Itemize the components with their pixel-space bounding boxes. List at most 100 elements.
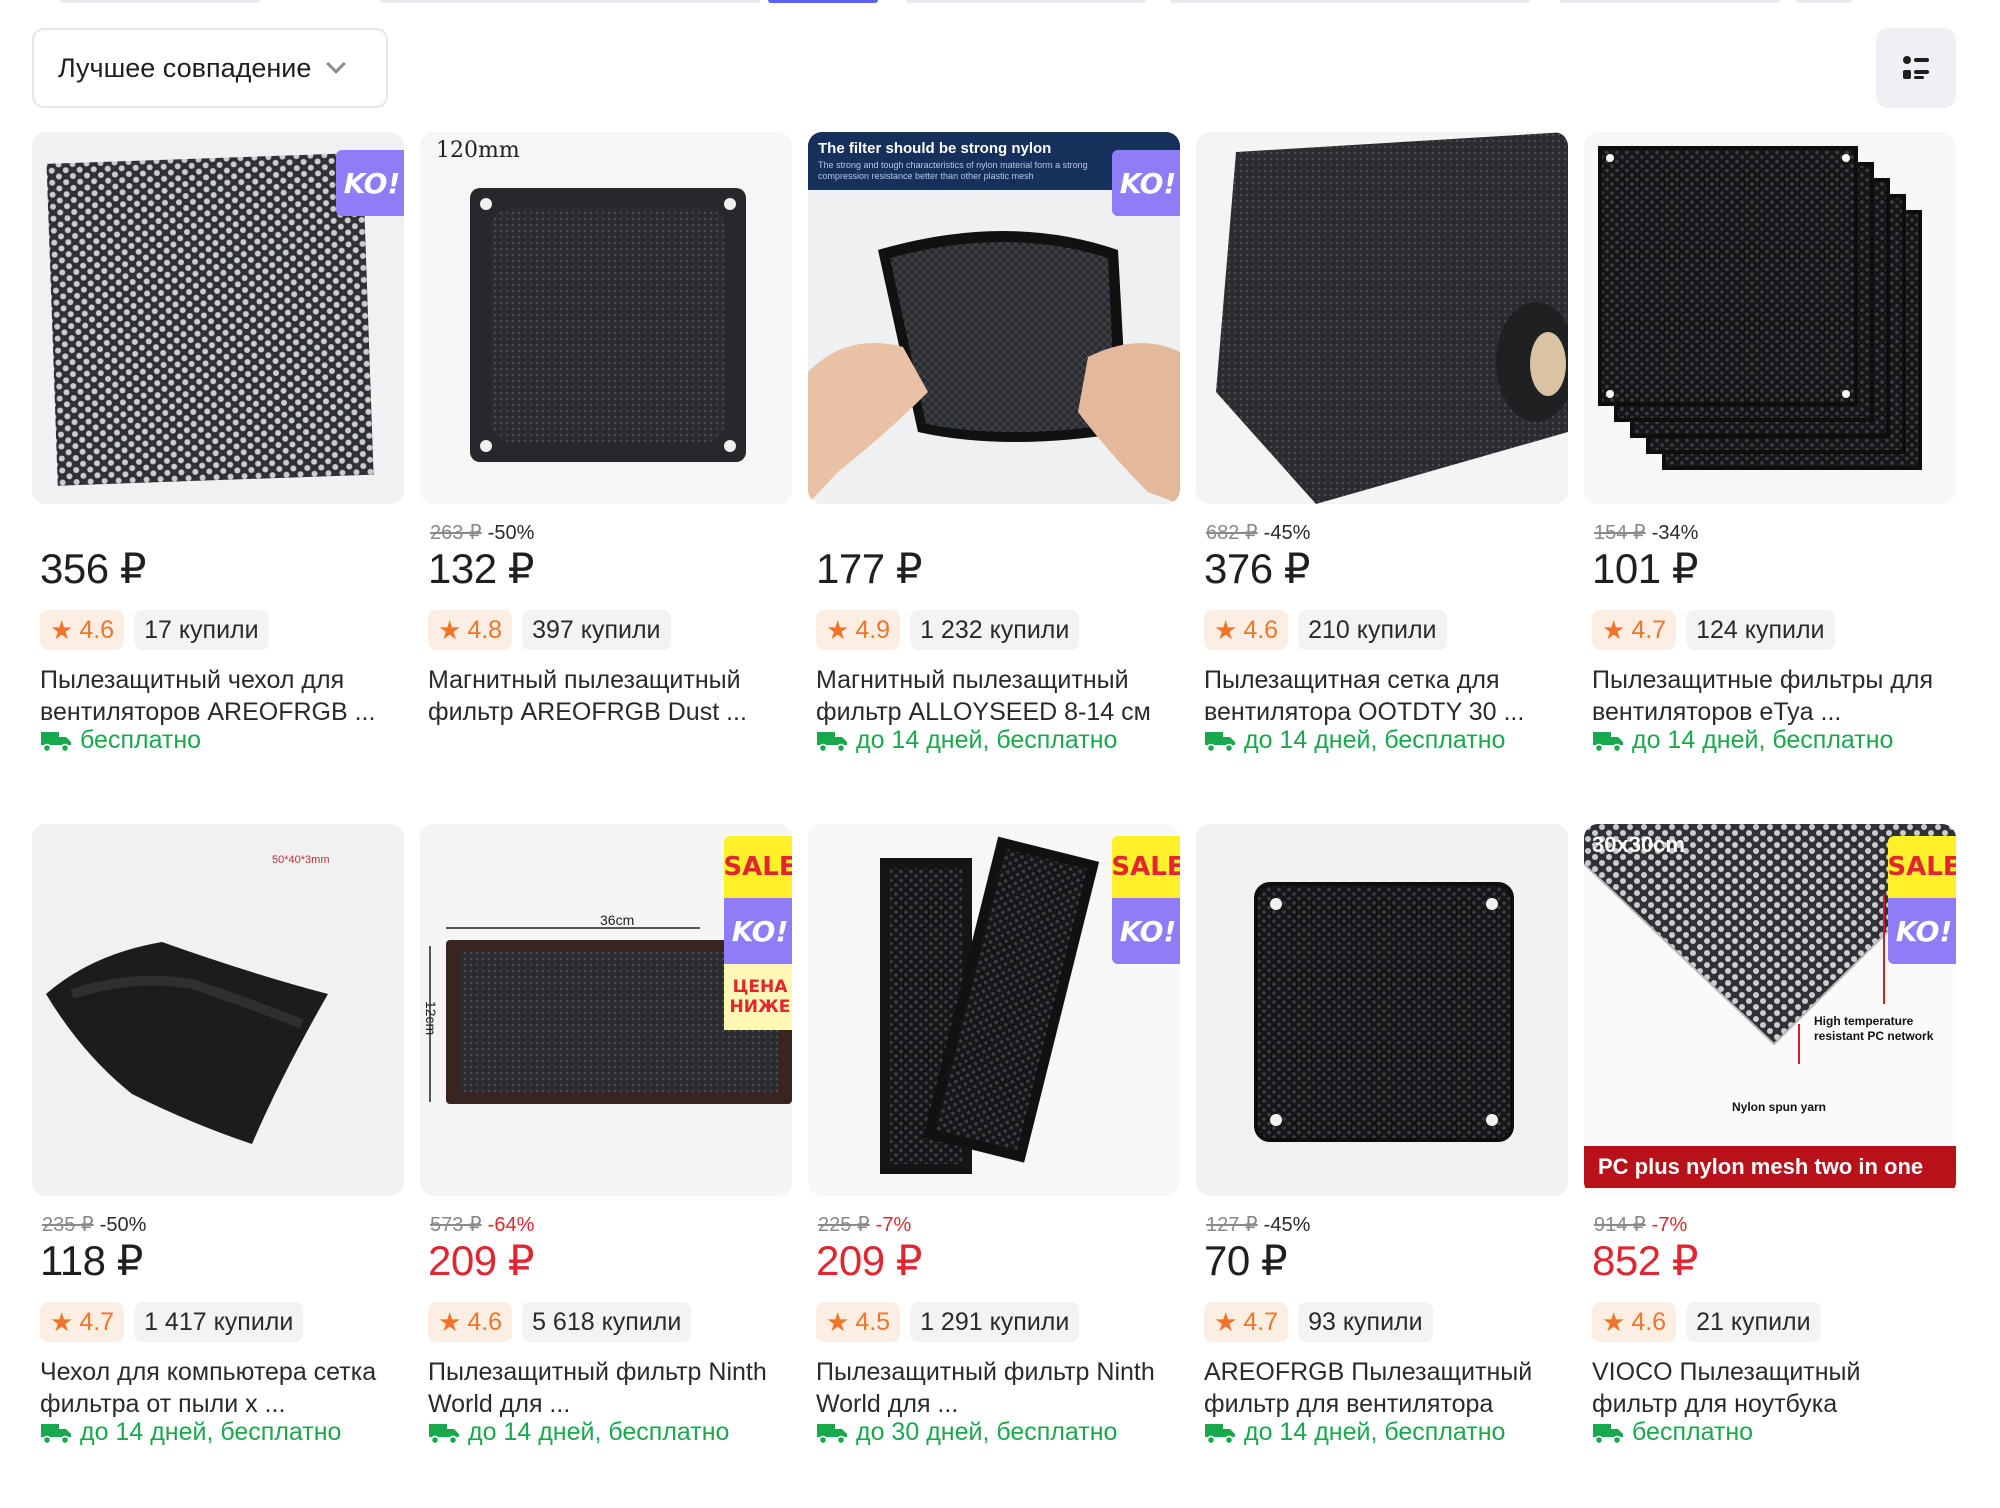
product-price: 209 ₽	[428, 1237, 534, 1284]
bought-count: 17 купили	[134, 610, 269, 650]
ko-badge: KO!	[724, 898, 792, 964]
rating-badge: ★ 4.7	[1204, 1302, 1289, 1342]
product-price: 70 ₽	[1204, 1237, 1288, 1284]
delivery-info: до 14 дней, бесплатно	[1592, 726, 1893, 755]
product-card[interactable]: 682 ₽ -45% 376 ₽ ★ 4.6 210 купили Пылезащи…	[1196, 132, 1568, 766]
product-card[interactable]: KO! 356 ₽ ★ 4.6 17 купили Пылезащитный че…	[32, 132, 404, 766]
sale-badge: SALE	[1887, 836, 1956, 898]
rating-badge: ★ 4.9	[816, 610, 901, 650]
product-title[interactable]: Пылезащитные фильтры для вентиляторов eT…	[1592, 664, 1952, 728]
product-image[interactable]: 36cm 12cm SALE KO! ЦЕНА НИЖЕ	[420, 824, 792, 1196]
product-image[interactable]	[1196, 132, 1568, 504]
image-caption: 50*40*3mm	[272, 854, 330, 866]
product-price: 101 ₽	[1592, 545, 1698, 592]
rating-badge: ★ 4.6	[428, 1302, 513, 1342]
product-card[interactable]: 50*40*3mm 235 ₽ -50% 118 ₽ ★ 4.7 1 417 куп…	[32, 824, 404, 1458]
old-price: 573 ₽ -64%	[430, 1214, 535, 1236]
product-image[interactable]: SALE KO!	[808, 824, 1180, 1196]
product-price: 852 ₽	[1592, 1237, 1698, 1284]
truck-icon	[41, 731, 71, 752]
view-toggle-button[interactable]	[1876, 28, 1956, 108]
rating-badge: ★ 4.6	[1592, 1302, 1677, 1342]
bought-count: 5 618 купили	[522, 1302, 692, 1342]
product-card[interactable]: SALE KO! 225 ₽ -7% 209 ₽ ★ 4.5 1 291 купил…	[808, 824, 1180, 1458]
rating-badge: ★ 4.6	[1204, 610, 1289, 650]
product-title[interactable]: Магнитный пылезащитный фильтр ALLOYSEED …	[816, 664, 1176, 728]
rating-badge: ★ 4.8	[428, 610, 513, 650]
truck-icon	[1593, 1423, 1623, 1444]
image-caption: 30x30cm	[1592, 832, 1685, 857]
delivery-info: до 14 дней, бесплатно	[816, 726, 1117, 755]
truck-icon	[1205, 1423, 1235, 1444]
old-price: 682 ₽ -45%	[1206, 522, 1311, 544]
product-title[interactable]: Магнитный пылезащитный фильтр AREOFRGB D…	[428, 664, 788, 728]
product-price: 356 ₽	[40, 545, 146, 592]
product-title[interactable]: Пылезащитный фильтр Ninth World для ...	[816, 1356, 1176, 1420]
image-caption: 36cm	[600, 912, 635, 928]
star-icon: ★	[50, 1307, 74, 1337]
product-title[interactable]: Пылезащитный чехол для вентиляторов AREO…	[40, 664, 400, 728]
product-image[interactable]: KO!	[32, 132, 404, 504]
bought-count: 1 417 купили	[134, 1302, 304, 1342]
product-card[interactable]: 127 ₽ -45% 70 ₽ ★ 4.7 93 купили AREOFRGB П…	[1196, 824, 1568, 1458]
product-title[interactable]: Чехол для компьютера сетка фильтра от пы…	[40, 1356, 400, 1420]
star-icon: ★	[1602, 615, 1626, 645]
star-icon: ★	[1602, 1307, 1626, 1337]
truck-icon	[41, 1423, 71, 1444]
old-price: 154 ₽ -34%	[1594, 522, 1699, 544]
old-price: 127 ₽ -45%	[1206, 1214, 1311, 1236]
image-caption-4: PC plus nylon mesh two in one	[1598, 1154, 1924, 1179]
sale-badge: SALE	[723, 836, 792, 898]
star-icon: ★	[50, 615, 74, 645]
bought-count: 124 купили	[1686, 610, 1835, 650]
old-price: 235 ₽ -50%	[42, 1214, 147, 1236]
bought-count: 1 232 купили	[910, 610, 1080, 650]
sort-dropdown[interactable]: Лучшее совпадение	[32, 28, 388, 108]
old-price: 914 ₽ -7%	[1594, 1214, 1688, 1236]
delivery-info: до 14 дней, бесплатно	[428, 1418, 729, 1447]
bought-count: 397 купили	[522, 610, 671, 650]
truck-icon	[1593, 731, 1623, 752]
product-image[interactable]	[1584, 132, 1956, 504]
old-price: 225 ₽ -7%	[818, 1214, 912, 1236]
ko-badge: KO!	[1888, 898, 1956, 964]
product-image[interactable]: 120mm	[420, 132, 792, 504]
product-card[interactable]: 30x30cm High temperature resistant PC ne…	[1584, 824, 1956, 1458]
product-price: 209 ₽	[816, 1237, 922, 1284]
product-price: 177 ₽	[816, 545, 922, 592]
product-title[interactable]: Пылезащитный фильтр Ninth World для ...	[428, 1356, 788, 1420]
product-card[interactable]: 120mm 263 ₽ -50% 132 ₽ ★ 4.8 397 купили Ма…	[420, 132, 792, 766]
product-price: 132 ₽	[428, 545, 534, 592]
image-caption-2: High temperature resistant PC network	[1814, 1014, 1934, 1043]
bought-count: 21 купили	[1686, 1302, 1821, 1342]
delivery-info: бесплатно	[40, 726, 201, 755]
product-image[interactable]: The filter should be strong nylon The st…	[808, 132, 1180, 504]
product-price: 118 ₽	[40, 1237, 143, 1284]
product-card[interactable]: The filter should be strong nylon The st…	[808, 132, 1180, 766]
product-title[interactable]: AREOFRGB Пылезащитный фильтр для вентиля…	[1204, 1356, 1564, 1420]
bought-count: 210 купили	[1298, 610, 1447, 650]
lower-price-badge: ЦЕНА НИЖЕ	[724, 964, 792, 1030]
list-view-icon	[1903, 56, 1929, 79]
rating-badge: ★ 4.5	[816, 1302, 901, 1342]
bought-count: 93 купили	[1298, 1302, 1433, 1342]
rating-badge: ★ 4.7	[1592, 610, 1677, 650]
product-image[interactable]	[1196, 824, 1568, 1196]
product-image[interactable]: 30x30cm High temperature resistant PC ne…	[1584, 824, 1956, 1196]
delivery-info: до 30 дней, бесплатно	[816, 1418, 1117, 1447]
product-price: 376 ₽	[1204, 545, 1310, 592]
product-card[interactable]: 36cm 12cm SALE KO! ЦЕНА НИЖЕ 573 ₽ -64% 20…	[420, 824, 792, 1458]
product-image[interactable]: 50*40*3mm	[32, 824, 404, 1196]
delivery-info: до 14 дней, бесплатно	[1204, 726, 1505, 755]
delivery-info: бесплатно	[1592, 1418, 1753, 1447]
bought-count: 1 291 купили	[910, 1302, 1080, 1342]
product-card[interactable]: 154 ₽ -34% 101 ₽ ★ 4.7 124 купили Пылезащи…	[1584, 132, 1956, 766]
image-caption: 120mm	[436, 138, 520, 163]
rating-badge: ★ 4.7	[40, 1302, 125, 1342]
sort-dropdown-label: Лучшее совпадение	[58, 52, 312, 83]
product-grid: KO! 356 ₽ ★ 4.6 17 купили Пылезащитный че…	[32, 132, 1956, 1458]
truck-icon	[429, 1423, 459, 1444]
product-title[interactable]: VIOCO Пылезащитный фильтр для ноутбука	[1592, 1356, 1952, 1420]
ko-badge: KO!	[1112, 898, 1180, 964]
product-title[interactable]: Пылезащитная сетка для вентилятора OOTDT…	[1204, 664, 1564, 728]
